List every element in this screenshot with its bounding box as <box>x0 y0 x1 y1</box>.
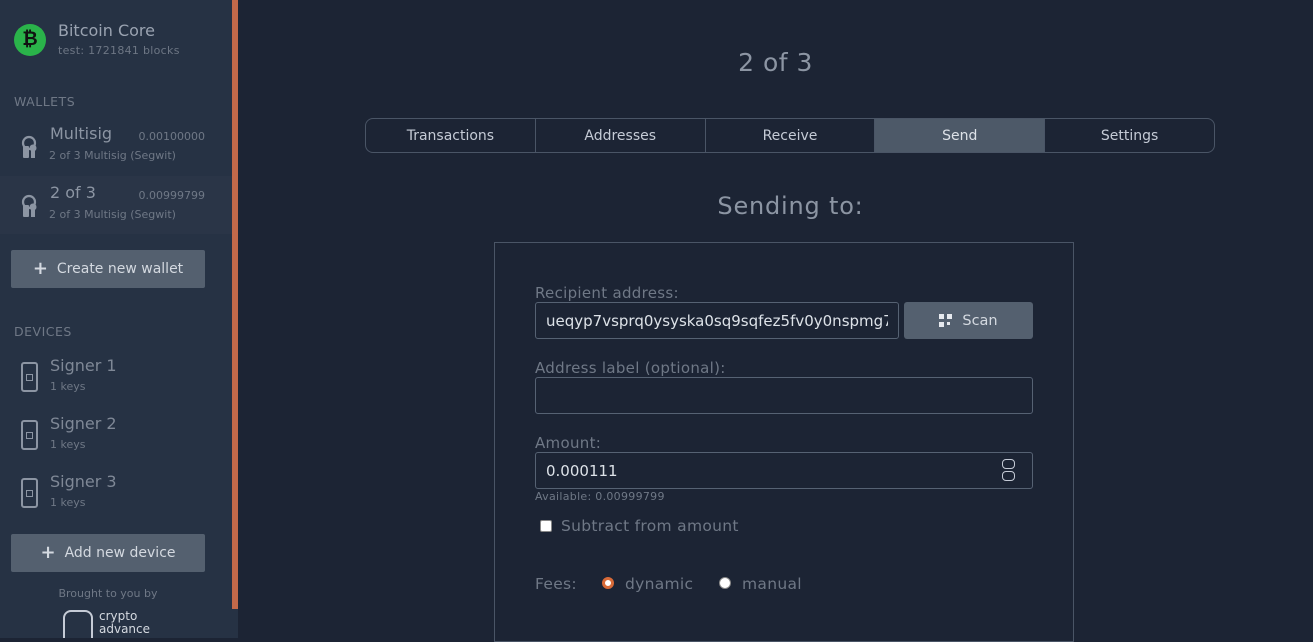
tab-addresses[interactable]: Addresses <box>536 119 706 152</box>
wallet-balance: 0.00999799 <box>138 189 205 202</box>
increment-icon[interactable] <box>1002 459 1015 469</box>
address-label-input[interactable] <box>535 377 1033 414</box>
wallet-balance: 0.00100000 <box>138 130 205 143</box>
wallet-item-2-of-3[interactable]: 2 of 3 0.00999799 2 of 3 Multisig (Segwi… <box>0 176 232 234</box>
recipient-address-input[interactable] <box>535 302 899 339</box>
sidebar-resize-handle[interactable] <box>232 0 238 609</box>
sponsor-logo[interactable]: crypto advance <box>63 610 150 638</box>
device-item-signer-1[interactable]: Signer 1 1 keys <box>0 351 232 409</box>
device-item-signer-2[interactable]: Signer 2 1 keys <box>0 409 232 467</box>
device-item-signer-3[interactable]: Signer 3 1 keys <box>0 467 232 525</box>
device-name: Signer 3 <box>50 472 117 491</box>
keys-icon <box>21 194 37 217</box>
wallet-type: 2 of 3 Multisig (Segwit) <box>49 149 176 162</box>
app-brand[interactable]: ₿ Bitcoin Core test: 1721841 blocks <box>14 22 180 57</box>
hardware-device-icon <box>21 420 38 450</box>
keys-icon <box>21 135 37 158</box>
fees-label: Fees: <box>535 575 577 593</box>
brought-by-text: Brought to you by <box>58 587 158 600</box>
wallet-name: 2 of 3 <box>50 183 96 202</box>
bitcoin-logo-icon: ₿ <box>14 23 46 56</box>
recipient-address-label: Recipient address: <box>535 284 679 302</box>
devices-section-label: DEVICES <box>14 324 72 339</box>
tab-transactions[interactable]: Transactions <box>366 119 536 152</box>
sponsor-line2: advance <box>99 622 151 636</box>
device-name: Signer 1 <box>50 356 117 375</box>
subtract-from-amount-label: Subtract from amount <box>561 517 739 535</box>
hardware-device-icon <box>21 478 38 508</box>
wallet-type: 2 of 3 Multisig (Segwit) <box>49 208 176 221</box>
app-name: Bitcoin Core <box>58 21 155 40</box>
page-title: 2 of 3 <box>738 48 813 77</box>
wallet-name: Multisig <box>50 124 113 143</box>
scan-button[interactable]: Scan <box>904 302 1033 339</box>
device-keys: 1 keys <box>50 438 86 451</box>
plus-icon: + <box>40 542 56 563</box>
amount-label: Amount: <box>535 434 602 452</box>
fee-dynamic-label: dynamic <box>625 575 694 593</box>
wallet-item-multisig[interactable]: Multisig 0.00100000 2 of 3 Multisig (Seg… <box>0 117 232 175</box>
device-keys: 1 keys <box>50 496 86 509</box>
sidebar-bottom-divider <box>232 609 238 638</box>
wallets-section-label: WALLETS <box>14 94 76 109</box>
qr-code-icon <box>939 314 953 327</box>
crypto-advance-logo-icon <box>63 610 93 638</box>
amount-stepper[interactable] <box>1002 459 1017 483</box>
decrement-icon[interactable] <box>1002 471 1015 481</box>
create-wallet-button[interactable]: + Create new wallet <box>11 250 205 288</box>
address-label-label: Address label (optional): <box>535 359 726 377</box>
fee-manual-label: manual <box>742 575 802 593</box>
available-balance: Available: 0.00999799 <box>535 490 665 503</box>
add-device-button[interactable]: + Add new device <box>11 534 205 572</box>
node-status: test: 1721841 blocks <box>58 44 180 57</box>
subtract-from-amount-checkbox[interactable] <box>540 520 552 532</box>
device-name: Signer 2 <box>50 414 117 433</box>
plus-icon: + <box>32 258 48 279</box>
amount-input[interactable] <box>535 452 1033 489</box>
tab-receive[interactable]: Receive <box>706 119 876 152</box>
sending-to-heading: Sending to: <box>717 192 864 220</box>
tab-send[interactable]: Send <box>875 119 1046 152</box>
fee-dynamic-radio[interactable] <box>602 577 614 589</box>
device-keys: 1 keys <box>50 380 86 393</box>
sidebar: ₿ Bitcoin Core test: 1721841 blocks WALL… <box>0 0 232 638</box>
tab-settings[interactable]: Settings <box>1045 119 1214 152</box>
scan-label: Scan <box>962 312 998 329</box>
fee-manual-radio[interactable] <box>719 577 731 589</box>
wallet-tabs: Transactions Addresses Receive Send Sett… <box>365 118 1215 153</box>
add-device-label: Add new device <box>64 545 176 561</box>
create-wallet-label: Create new wallet <box>56 261 184 277</box>
hardware-device-icon <box>21 362 38 392</box>
